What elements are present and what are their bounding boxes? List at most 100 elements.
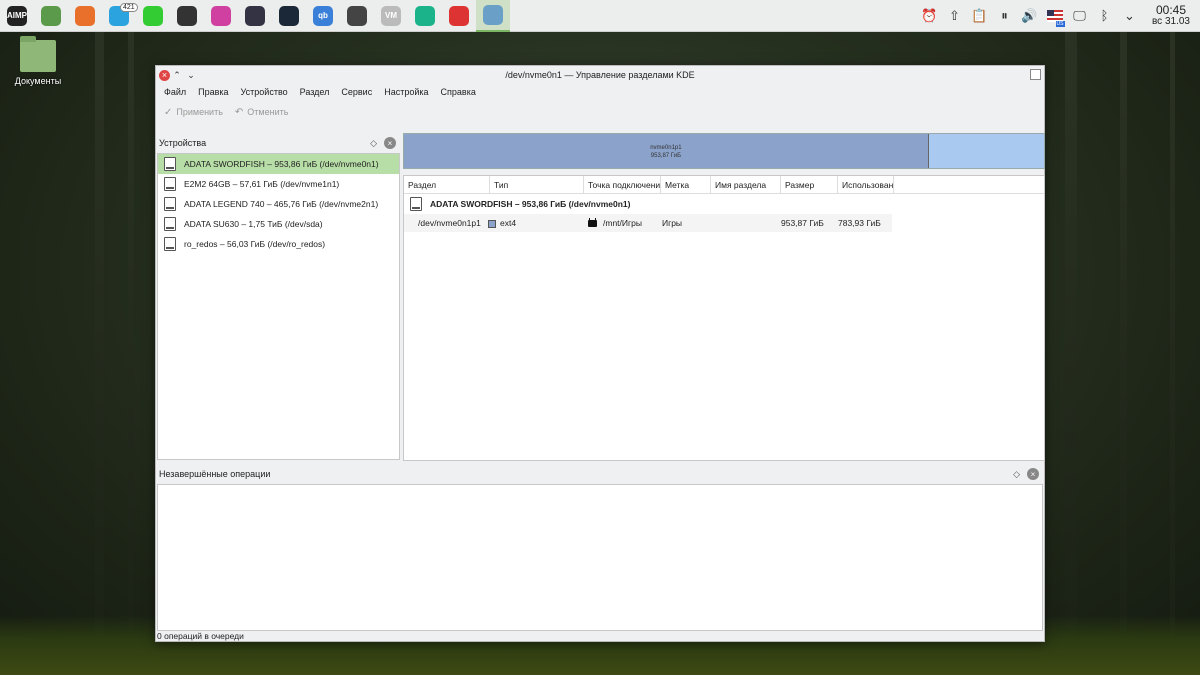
taskbar-app[interactable]: AIMP — [0, 0, 34, 32]
column-header[interactable]: Тип — [490, 176, 584, 193]
taskbar-app[interactable] — [442, 0, 476, 32]
device-item[interactable]: ADATA LEGEND 740 – 465,76 ГиБ (/dev/nvme… — [158, 194, 399, 214]
apply-button[interactable]: ✓ Применить — [164, 107, 223, 118]
taskbar-app[interactable]: 421 — [102, 0, 138, 32]
bluetooth-icon[interactable]: ᛒ — [1092, 0, 1117, 32]
float-icon[interactable]: ◇ — [370, 138, 377, 149]
column-header[interactable]: Имя раздела — [711, 176, 781, 193]
menu-item[interactable]: Настройка — [378, 87, 434, 97]
table-header: Раздел Тип Точка подключения Метка Имя разде… — [404, 176, 1044, 194]
float-icon[interactable]: ◇ — [1013, 469, 1020, 480]
taskbar-app[interactable] — [238, 0, 272, 32]
device-label: ADATA SU630 – 1,75 ТиБ (/dev/sda) — [184, 219, 323, 229]
column-header[interactable]: Точка подключения — [584, 176, 661, 193]
column-header[interactable]: Использовано — [838, 176, 894, 193]
taskbar-app[interactable] — [170, 0, 204, 32]
device-item[interactable]: E2M2 64GB – 57,61 ГиБ (/dev/nvme1n1) — [158, 174, 399, 194]
device-group-label: ADATA SWORDFISH – 953,86 ГиБ (/dev/nvme0… — [430, 199, 631, 209]
devices-pane: Устройства ◇ × ADATA SWORDFISH – 953,86 … — [156, 133, 401, 460]
device-label: ro_redos – 56,03 ГиБ (/dev/ro_redos) — [184, 239, 326, 249]
menu-item[interactable]: Справка — [435, 87, 482, 97]
taskbar-app[interactable] — [408, 0, 442, 32]
taskbar-app[interactable] — [68, 0, 102, 32]
steam-icon — [279, 5, 299, 26]
device-item[interactable]: ADATA SWORDFISH – 953,86 ГиБ (/dev/nvme0… — [158, 154, 399, 174]
taskbar-app[interactable] — [272, 0, 306, 32]
title-bar: × ⌃ ⌄ /dev/nvme0n1 — Управление разделам… — [156, 66, 1044, 84]
display-icon[interactable]: 🖵 — [1067, 0, 1092, 32]
partition-table: Раздел Тип Точка подключения Метка Имя разде… — [403, 175, 1045, 461]
disk-icon — [164, 217, 176, 231]
close-icon[interactable]: × — [384, 137, 396, 149]
desktop-folder-documents[interactable]: Документы — [10, 36, 66, 86]
pending-operations-pane: Незавершённые операции ◇ × — [156, 464, 1044, 632]
cell-size: 953,87 ГиБ — [781, 218, 824, 228]
obs-icon — [177, 5, 197, 26]
menu-item[interactable]: Файл — [158, 87, 192, 97]
column-header[interactable]: Размер — [781, 176, 838, 193]
taskbar-app[interactable]: qb — [306, 0, 340, 32]
pending-header: Незавершённые операции ◇ × — [156, 464, 1044, 484]
partition-block-name: nvme0n1p1 — [650, 145, 682, 151]
menu-bar: Файл Правка Устройство Раздел Сервис Настройк… — [156, 84, 1044, 100]
volume-icon[interactable]: 🔊 — [1017, 0, 1042, 32]
device-item[interactable]: ADATA SU630 – 1,75 ТиБ (/dev/sda) — [158, 214, 399, 234]
taskbar-app[interactable] — [204, 0, 238, 32]
taskbar-app[interactable]: VM — [374, 0, 408, 32]
device-list: ADATA SWORDFISH – 953,86 ГиБ (/dev/nvme0… — [157, 153, 400, 460]
device-item[interactable]: ro_redos – 56,03 ГиБ (/dev/ro_redos) — [158, 234, 399, 254]
menu-item[interactable]: Устройство — [235, 87, 294, 97]
taskbar-app[interactable] — [34, 0, 68, 32]
menu-item[interactable]: Правка — [192, 87, 234, 97]
unallocated-block[interactable] — [928, 134, 1044, 168]
menu-item[interactable]: Раздел — [294, 87, 336, 97]
device-label: ADATA SWORDFISH – 953,86 ГиБ (/dev/nvme0… — [184, 159, 379, 169]
menu-item[interactable]: Сервис — [335, 87, 378, 97]
pause-icon[interactable]: ⏸ — [992, 0, 1017, 32]
partition-block-size: 953,87 ГиБ — [650, 153, 682, 159]
update-icon[interactable]: ⇧ — [942, 0, 967, 32]
chevron-down-icon[interactable]: ⌄ — [1117, 0, 1142, 32]
close-icon[interactable]: × — [159, 69, 170, 81]
taskbar-app[interactable] — [340, 0, 374, 32]
taskbar-app[interactable] — [476, 0, 510, 32]
undo-button[interactable]: ↶ Отменить — [235, 107, 289, 118]
folder-icon — [20, 36, 56, 72]
device-label: ADATA LEGEND 740 – 465,76 ГиБ (/dev/nvme… — [184, 199, 379, 209]
window-title: /dev/nvme0n1 — Управление разделами KDE — [505, 70, 695, 80]
taskbar-app[interactable] — [136, 0, 170, 32]
keyboard-layout-icon[interactable]: US — [1042, 0, 1067, 32]
file-manager-icon — [41, 5, 61, 26]
disk-icon — [410, 197, 422, 211]
column-header[interactable]: Метка — [661, 176, 711, 193]
clock-time: 00:45 — [1155, 2, 1187, 17]
clock[interactable]: 00:45 вс 31.03 — [1142, 4, 1200, 28]
pending-list — [157, 484, 1043, 631]
firefox-icon — [75, 5, 95, 26]
vivaldi-icon: VM — [381, 5, 401, 26]
devices-header: Устройства ◇ × — [156, 133, 401, 153]
phone-icon — [415, 5, 435, 26]
tree-trunk — [1120, 30, 1127, 675]
aimp-icon: AIMP — [7, 5, 27, 26]
table-row[interactable]: /dev/nvme0n1p1 ext4 /mnt/Игры Игры 953,8… — [404, 214, 892, 232]
device-group-row[interactable]: ADATA SWORDFISH – 953,86 ГиБ (/dev/nvme0… — [404, 194, 1044, 214]
davinci-icon — [245, 5, 265, 26]
system-tray: ⏰ ⇧ 📋 ⏸ 🔊 US 🖵 ᛒ ⌄ 00:45 вс 31.03 — [917, 0, 1200, 32]
taskbar-apps: AIMP 421 qb VM — [0, 0, 510, 32]
chevron-up-icon[interactable]: ⌃ — [170, 70, 184, 81]
top-panel: AIMP 421 qb VM ⏰ ⇧ 📋 ⏸ 🔊 US 🖵 ᛒ ⌄ 00:45 вс … — [0, 0, 1200, 32]
tree-trunk — [1065, 30, 1077, 675]
partition-bar: nvme0n1p1 953,87 ГиБ — [403, 133, 1045, 169]
tree-trunk — [95, 30, 104, 675]
clipboard-icon[interactable]: 📋 — [967, 0, 992, 32]
chevron-down-icon[interactable]: ⌄ — [184, 70, 198, 81]
column-header[interactable]: Раздел — [404, 176, 490, 193]
devices-title: Устройства — [159, 138, 207, 148]
close-icon[interactable]: × — [1027, 468, 1039, 480]
clock-date: вс 31.03 — [1151, 15, 1190, 27]
partition-block[interactable]: nvme0n1p1 953,87 ГиБ — [404, 134, 929, 168]
partition-manager-icon — [483, 4, 503, 25]
undo-label: Отменить — [247, 107, 289, 117]
alarm-icon[interactable]: ⏰ — [917, 0, 942, 32]
